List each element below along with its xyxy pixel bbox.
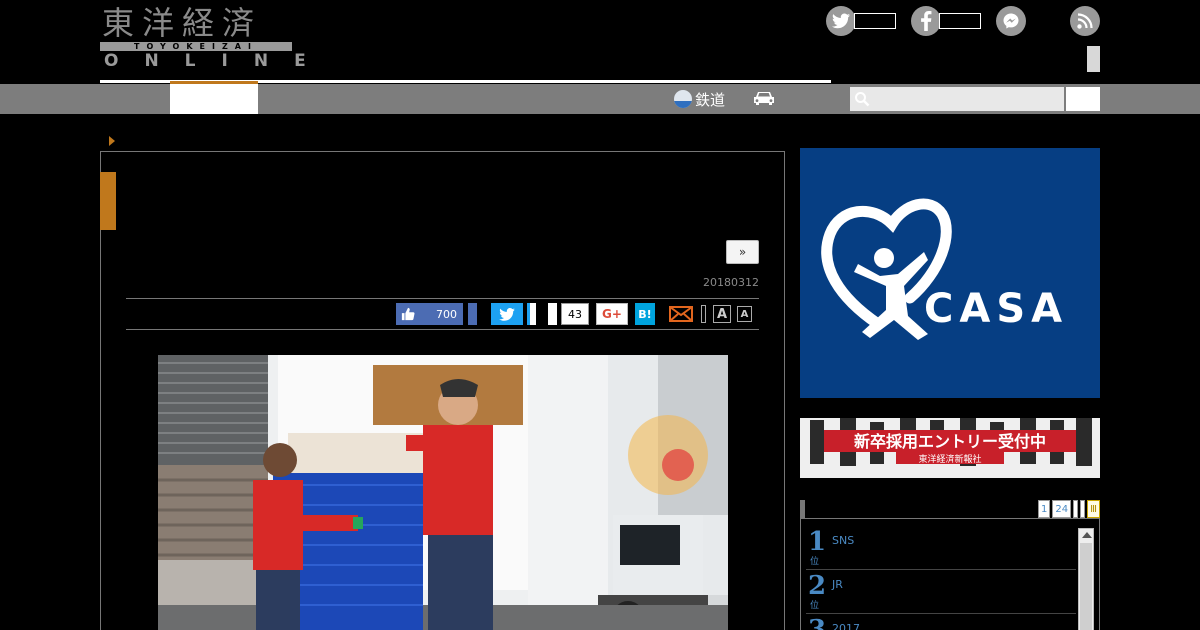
ranking-tab-24[interactable]: 24 [1052, 500, 1072, 518]
ranking-scrollbar[interactable] [1078, 528, 1094, 630]
mail-icon [669, 306, 693, 322]
ranking-item[interactable]: 3 位 2017 [806, 614, 1076, 630]
ranking-tabs: 1 24 Ⅲ [1036, 500, 1100, 518]
recruit-ad-company: 東洋経済新報社 [918, 453, 981, 465]
recruit-ad-banner[interactable]: 新卒採用エントリー受付中 東洋経済新報社 [800, 418, 1100, 478]
casa-registered-mark: ® [908, 288, 919, 301]
scroll-thumb[interactable] [1080, 543, 1092, 630]
header-utility-box[interactable] [1087, 46, 1100, 72]
nav-item-rail[interactable]: 鉄道 [674, 88, 725, 110]
font-size-large-button[interactable]: A [713, 305, 731, 323]
logo-romaji: TOYOKEIZAI [100, 42, 292, 51]
facebook-like-button[interactable]: 700 [396, 303, 463, 325]
font-size-small-button[interactable]: A [737, 306, 752, 322]
ranking-tab-premium[interactable]: Ⅲ [1087, 500, 1100, 518]
train-icon [674, 90, 692, 108]
page: 東洋経済 TOYOKEIZAI ONLINE 鉄道 » 20180312 700… [0, 0, 1200, 630]
search-input[interactable] [872, 87, 1062, 111]
nav-tab-active[interactable] [170, 81, 258, 114]
tweet-button[interactable] [491, 303, 523, 325]
messenger-icon [996, 6, 1026, 36]
search-icon [855, 92, 870, 107]
ranking-number: 3 [808, 615, 827, 630]
recruit-ad-headline: 新卒採用エントリー受付中 [854, 432, 1046, 451]
ranking-tab-4[interactable] [1080, 500, 1086, 518]
tweet-count-box [527, 303, 536, 325]
ranking-header: 1 24 Ⅲ [800, 500, 1100, 518]
breadcrumb-arrow-icon [109, 136, 115, 146]
ranking-number: 1 [808, 527, 827, 557]
ranking-title[interactable]: 2017 [832, 622, 860, 630]
tweet-icon [499, 307, 515, 321]
like-count: 700 [436, 307, 457, 321]
share-divider-top [126, 298, 759, 299]
ranking-number: 2 [808, 571, 827, 601]
casa-brand: CASA [924, 286, 1068, 332]
ranking-tab-1[interactable]: 1 [1037, 500, 1051, 518]
search-box [850, 87, 1064, 111]
ranking-title[interactable]: JR [832, 578, 843, 591]
search-button[interactable] [1066, 87, 1100, 111]
facebook-share-button[interactable] [468, 303, 477, 325]
site-logo[interactable]: 東洋経済 TOYOKEIZAI ONLINE [100, 4, 306, 72]
ranking-title[interactable]: SNS [832, 534, 854, 547]
pocket-count: 43 [561, 303, 589, 325]
article-date: 20180312 [703, 276, 759, 289]
share-divider-bottom [126, 329, 759, 330]
rss-icon [1070, 6, 1100, 36]
hatena-bookmark-button[interactable]: B! [635, 303, 655, 325]
rss-button[interactable] [1070, 6, 1100, 36]
ranking-unit: 位 [810, 601, 820, 611]
ranking-tab-3[interactable] [1073, 500, 1079, 518]
ranking-unit: 位 [810, 557, 820, 567]
scroll-up-arrow-icon[interactable] [1082, 532, 1092, 538]
facebook-icon [911, 6, 941, 36]
next-page-button[interactable]: » [726, 240, 759, 264]
twitter-follow-button[interactable] [826, 6, 896, 36]
thumbs-up-icon [401, 307, 415, 321]
ranking-item[interactable]: 1 位 SNS [806, 526, 1076, 570]
article-photo [158, 355, 728, 630]
facebook-follow-button[interactable] [911, 6, 981, 36]
print-button[interactable] [701, 305, 706, 323]
facebook-follow-count [939, 13, 981, 29]
twitter-icon [826, 6, 856, 36]
twitter-follow-count [854, 13, 896, 29]
mail-share-button[interactable] [669, 303, 693, 325]
logo-online: ONLINE [104, 51, 332, 71]
ranking-item[interactable]: 2 位 JR [806, 570, 1076, 614]
article-title-accent [100, 172, 116, 230]
google-plus-button[interactable]: G+ [596, 303, 628, 325]
pocket-button[interactable] [548, 303, 557, 325]
nav-rail-label: 鉄道 [695, 90, 726, 109]
casa-ad-banner[interactable]: ® CASA [800, 148, 1100, 398]
car-icon[interactable] [752, 90, 776, 106]
messenger-button[interactable] [996, 6, 1026, 36]
ranking-header-bar [800, 500, 805, 518]
logo-kanji: 東洋経済 [102, 4, 263, 42]
